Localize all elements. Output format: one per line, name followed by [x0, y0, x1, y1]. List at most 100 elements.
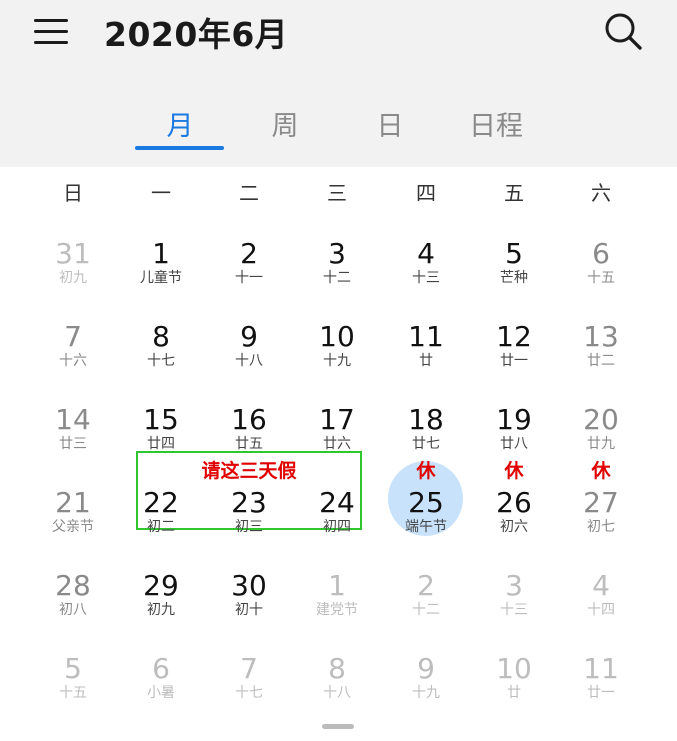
lunar-label: 十八	[323, 685, 351, 701]
day-cell[interactable]: 16 廿五	[209, 392, 289, 462]
lunar-label: 廿	[507, 685, 521, 701]
lunar-label: 廿	[419, 353, 433, 369]
day-cell[interactable]: 10 十九	[297, 309, 377, 379]
tab-week[interactable]: 周	[265, 104, 305, 143]
day-number: 27	[583, 486, 619, 519]
lunar-label: 十七	[235, 685, 263, 701]
day-cell[interactable]: 13 廿二	[561, 309, 641, 379]
day-number: 11	[408, 320, 444, 353]
day-cell[interactable]: 27 初七	[561, 475, 641, 545]
lunar-label: 小暑	[147, 685, 175, 701]
day-cell[interactable]: 1 儿童节	[121, 226, 201, 296]
day-cell[interactable]: 20 廿九	[561, 392, 641, 462]
day-number: 17	[319, 403, 355, 436]
day-number: 3	[328, 237, 346, 270]
tab-month[interactable]: 月	[160, 104, 200, 143]
day-cell[interactable]: 17 廿六	[297, 392, 377, 462]
lunar-label: 初七	[587, 519, 615, 535]
day-cell[interactable]: 15 廿四	[121, 392, 201, 462]
weekday-label: 三	[327, 181, 347, 205]
day-number: 4	[417, 237, 435, 270]
day-cell[interactable]: 25 端午节	[386, 475, 466, 545]
day-cell[interactable]: 30 初十	[209, 558, 289, 628]
day-cell[interactable]: 7 十六	[33, 309, 113, 379]
day-number: 2	[240, 237, 258, 270]
day-cell[interactable]: 8 十八	[297, 641, 377, 711]
day-cell[interactable]: 7 十七	[209, 641, 289, 711]
day-cell[interactable]: 11 廿一	[561, 641, 641, 711]
day-cell[interactable]: 18 廿七	[386, 392, 466, 462]
day-number: 2	[417, 569, 435, 602]
lunar-label: 廿五	[235, 436, 263, 452]
day-cell[interactable]: 11 廿	[386, 309, 466, 379]
lunar-label: 廿六	[323, 436, 351, 452]
day-cell[interactable]: 5 芒种	[474, 226, 554, 296]
day-number: 30	[231, 569, 267, 602]
drag-handle[interactable]	[322, 724, 354, 729]
lunar-label: 十三	[412, 270, 440, 286]
day-number: 3	[505, 569, 523, 602]
day-number: 4	[592, 569, 610, 602]
day-cell[interactable]: 3 十三	[474, 558, 554, 628]
day-number: 26	[496, 486, 532, 519]
day-number: 18	[408, 403, 444, 436]
day-number: 5	[505, 237, 523, 270]
weekday-label: 五	[504, 181, 524, 205]
search-icon[interactable]	[602, 10, 644, 52]
day-cell[interactable]: 19 廿八	[474, 392, 554, 462]
lunar-label: 初八	[59, 602, 87, 618]
day-cell[interactable]: 31 初九	[33, 226, 113, 296]
day-cell[interactable]: 2 十一	[209, 226, 289, 296]
lunar-label: 初九	[147, 602, 175, 618]
lunar-label: 十七	[147, 353, 175, 369]
day-number: 21	[55, 486, 91, 519]
lunar-label: 父亲节	[52, 519, 94, 535]
day-cell[interactable]: 22 初二	[121, 475, 201, 545]
day-cell[interactable]: 4 十四	[561, 558, 641, 628]
day-cell[interactable]: 8 十七	[121, 309, 201, 379]
lunar-label: 廿一	[587, 685, 615, 701]
day-number: 13	[583, 320, 619, 353]
day-cell[interactable]: 1 建党节	[297, 558, 377, 628]
day-cell[interactable]: 10 廿	[474, 641, 554, 711]
lunar-label: 廿四	[147, 436, 175, 452]
day-number: 9	[240, 320, 258, 353]
day-cell[interactable]: 12 廿一	[474, 309, 554, 379]
day-cell[interactable]: 5 十五	[33, 641, 113, 711]
lunar-label: 十三	[500, 602, 528, 618]
day-cell[interactable]: 23 初三	[209, 475, 289, 545]
lunar-label: 廿三	[59, 436, 87, 452]
tab-schedule[interactable]: 日程	[462, 104, 530, 143]
day-number: 8	[328, 652, 346, 685]
day-cell[interactable]: 6 小暑	[121, 641, 201, 711]
day-cell[interactable]: 2 十二	[386, 558, 466, 628]
weekday-label: 四	[416, 181, 436, 205]
lunar-label: 十四	[587, 602, 615, 618]
menu-icon[interactable]	[34, 16, 70, 46]
day-number: 31	[55, 237, 91, 270]
day-number: 7	[240, 652, 258, 685]
day-number: 10	[319, 320, 355, 353]
day-cell[interactable]: 4 十三	[386, 226, 466, 296]
weekday-label: 一	[151, 181, 171, 205]
tab-day[interactable]: 日	[370, 104, 410, 143]
day-cell[interactable]: 28 初八	[33, 558, 113, 628]
lunar-label: 初三	[235, 519, 263, 535]
day-number: 11	[583, 652, 619, 685]
lunar-label: 十二	[323, 270, 351, 286]
weekday-label: 二	[239, 181, 259, 205]
day-cell[interactable]: 6 十五	[561, 226, 641, 296]
day-cell[interactable]: 3 十二	[297, 226, 377, 296]
day-number: 7	[64, 320, 82, 353]
day-cell[interactable]: 29 初九	[121, 558, 201, 628]
day-number: 5	[64, 652, 82, 685]
day-cell[interactable]: 9 十八	[209, 309, 289, 379]
app-header: 2020年6月 月 周 日 日程	[0, 0, 677, 167]
day-cell[interactable]: 24 初四	[297, 475, 377, 545]
day-cell[interactable]: 26 初六	[474, 475, 554, 545]
day-number: 12	[496, 320, 532, 353]
day-cell[interactable]: 21 父亲节	[33, 475, 113, 545]
day-cell[interactable]: 9 十九	[386, 641, 466, 711]
day-cell[interactable]: 14 廿三	[33, 392, 113, 462]
lunar-label: 十五	[59, 685, 87, 701]
